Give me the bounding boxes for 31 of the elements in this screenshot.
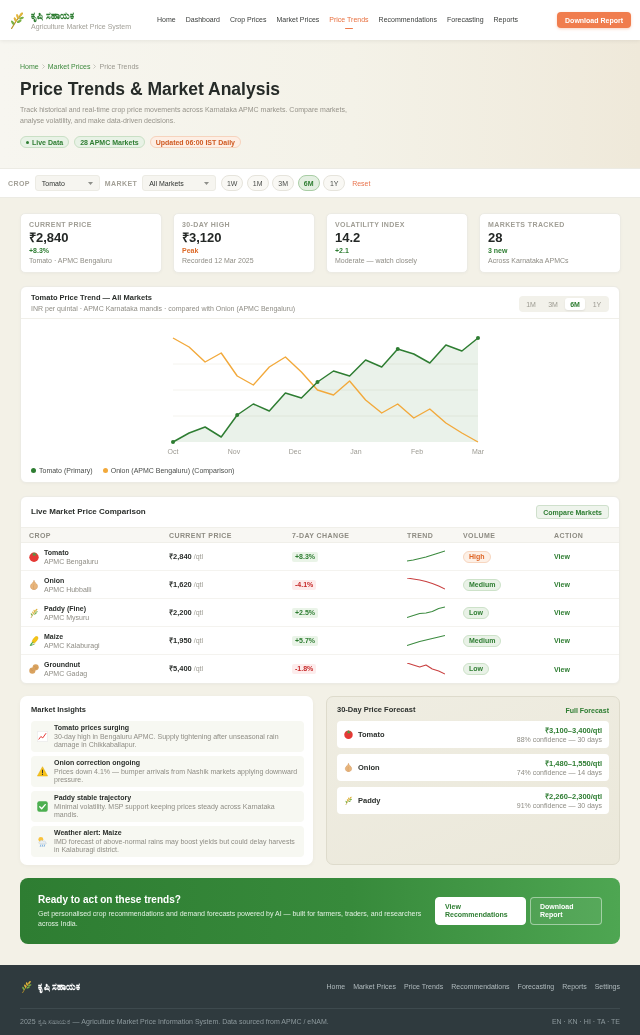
- caret-icon: [87, 181, 93, 185]
- sun-cloud-rain-icon: [37, 836, 48, 847]
- rising-chart-icon: [37, 731, 48, 742]
- chevron-icon: [41, 64, 45, 69]
- grain-stalk-icon: [29, 607, 39, 618]
- check-icon: [37, 801, 48, 812]
- stat-value: 28: [488, 230, 504, 245]
- page-title: Price Trends & Market Analysis: [20, 79, 282, 100]
- data-point: [315, 380, 320, 384]
- footer-brand-name: ಕೃಷಿ ಸಹಾಯಕ: [38, 980, 81, 993]
- data-point: [395, 347, 400, 351]
- grain-stalk-icon: [344, 796, 353, 805]
- wheat-logo-icon: [20, 980, 33, 993]
- stat-value: ₹3,120: [182, 230, 223, 245]
- peanut-icon: [29, 664, 39, 674]
- onion-icon: [29, 579, 39, 590]
- chevron-icon: [93, 64, 97, 69]
- data-point: [235, 413, 240, 417]
- wheat-logo-icon: [8, 11, 26, 29]
- warning-icon: [37, 766, 48, 777]
- onion-icon: [344, 763, 353, 772]
- stat-value: ₹2,840: [29, 230, 70, 245]
- tomato-icon: [344, 730, 353, 739]
- stat-value: 14.2: [335, 230, 362, 245]
- caret-icon: [204, 181, 210, 185]
- tomato-icon: [29, 551, 39, 562]
- live-dot-icon: [26, 140, 29, 144]
- corn-icon: [29, 635, 39, 646]
- brand-name: ಕೃಷಿ ಸಹಾಯಕ: [31, 9, 75, 22]
- cta-title: Ready to act on these trends?: [38, 894, 181, 906]
- table-title: Live Market Price Comparison: [31, 507, 146, 517]
